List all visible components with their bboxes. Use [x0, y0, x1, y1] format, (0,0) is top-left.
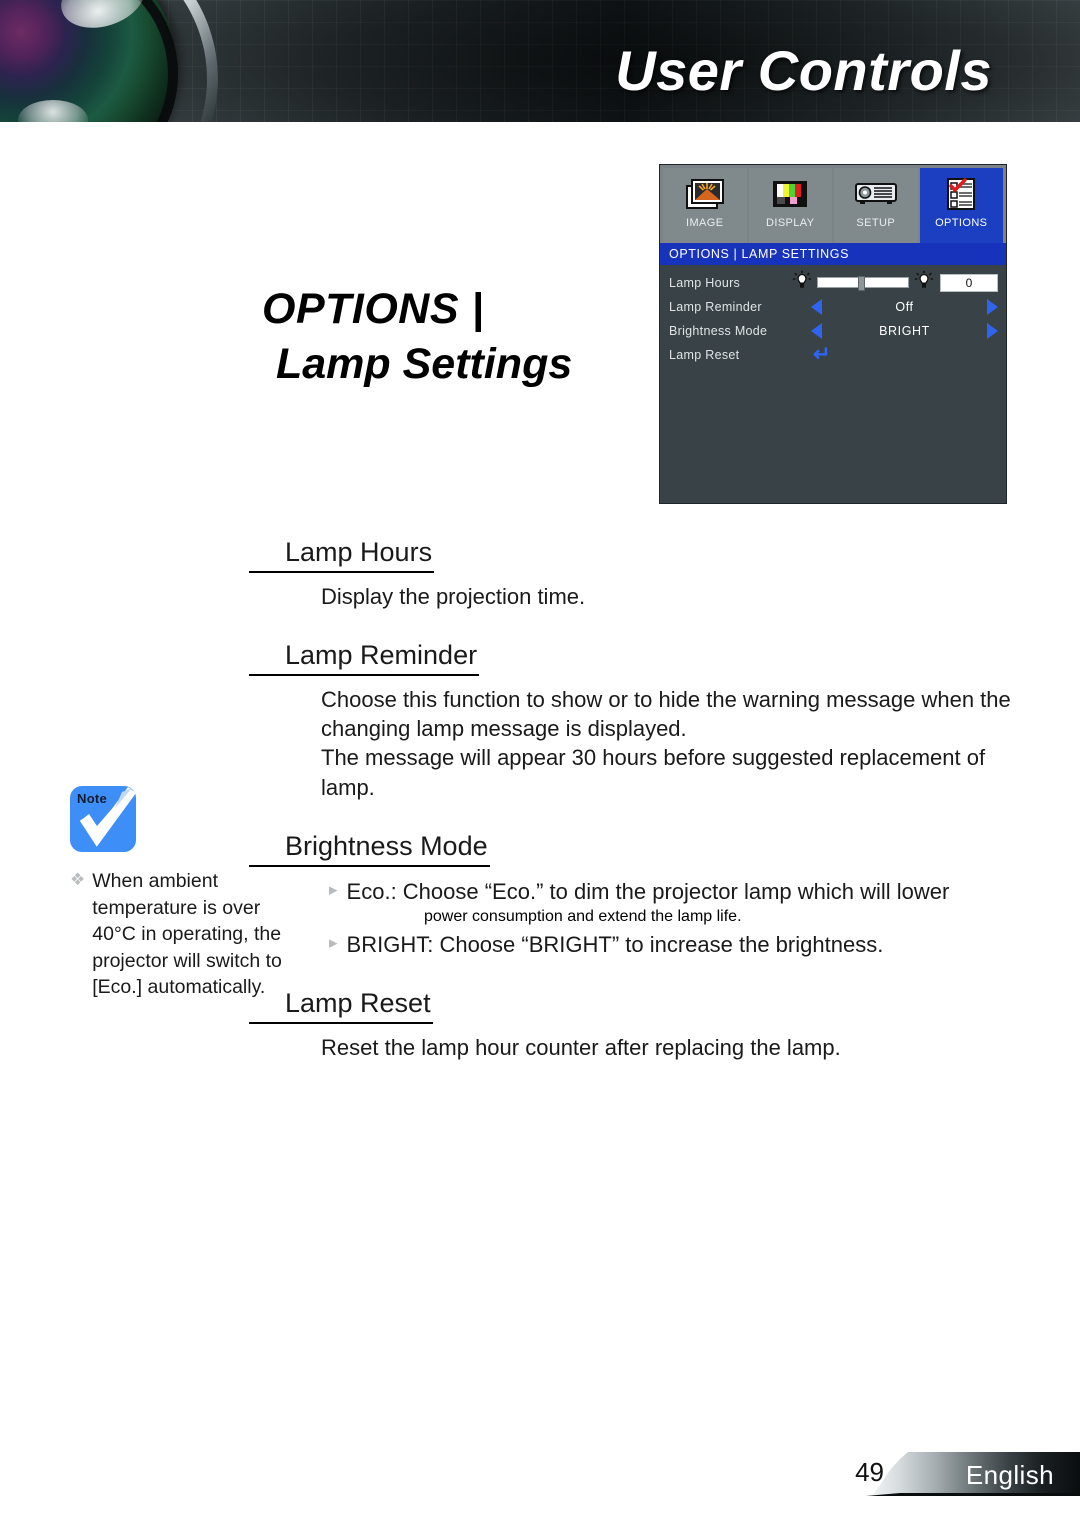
- section-lamp-hours-body: Display the projection time.: [285, 582, 1030, 611]
- projector-icon: [853, 173, 899, 215]
- page-footer: 49 English: [0, 1452, 1080, 1496]
- page-header: User Controls: [0, 0, 1080, 122]
- bullet-item-eco: ▸ Eco.: Choose “Eco.” to dim the project…: [329, 877, 1030, 906]
- lamp-hours-value: 0: [940, 273, 998, 292]
- bullet-marker-icon-bright: ▸: [329, 932, 338, 952]
- osd-tab-image-label: IMAGE: [686, 217, 724, 229]
- note-text-row: ❖ When ambient temperature is over 40°C …: [70, 868, 300, 1001]
- content-body: Lamp Hours Display the projection time. …: [249, 536, 1030, 1090]
- section-lamp-hours-paragraph: Display the projection time.: [321, 583, 586, 609]
- page-title-line1: OPTIONS |: [262, 285, 484, 333]
- enter-return-icon[interactable]: ↵: [813, 344, 831, 365]
- check-mark-icon: [79, 787, 137, 847]
- osd-tab-display-label: DISPLAY: [766, 217, 815, 229]
- section-lamp-reset: Lamp Reset Reset the lamp hour counter a…: [249, 987, 1030, 1062]
- osd-tab-options[interactable]: OPTIONS: [919, 168, 1003, 243]
- section-brightness-mode: Brightness Mode ▸ Eco.: Choose “Eco.” to…: [249, 830, 1030, 960]
- osd-tab-setup[interactable]: SETUP: [834, 168, 918, 243]
- osd-row-lamp-reminder-control: Off: [811, 298, 998, 315]
- bullet-continuation-eco: power consumption and extend the lamp li…: [424, 907, 742, 925]
- image-photo-icon: [684, 173, 726, 215]
- osd-row-list: Lamp Hours 0 Lamp Reminder Off Brightnes…: [660, 265, 1006, 366]
- arrow-left-icon-brightness-mode[interactable]: [811, 322, 822, 339]
- osd-row-brightness-mode-label: Brightness Mode: [669, 323, 768, 338]
- osd-tab-display[interactable]: DISPLAY: [748, 168, 832, 243]
- osd-row-lamp-reminder-label: Lamp Reminder: [669, 299, 762, 314]
- osd-row-lamp-reset-label: Lamp Reset: [669, 347, 740, 362]
- osd-tab-image[interactable]: IMAGE: [663, 168, 747, 243]
- page-title-line2: Lamp Settings: [276, 340, 573, 388]
- section-lamp-reminder: Lamp Reminder Choose this function to sh…: [249, 639, 1030, 802]
- osd-row-lamp-reset-control: ↵: [811, 344, 998, 365]
- checklist-icon: [944, 173, 978, 215]
- lamp-bulb-icon-right: [915, 270, 933, 295]
- section-lamp-hours: Lamp Hours Display the projection time.: [249, 536, 1030, 611]
- lamp-bulb-icon-left: [793, 270, 811, 295]
- lamp-reminder-value: Off: [895, 299, 914, 314]
- page-header-title: User Controls: [615, 39, 992, 102]
- osd-row-lamp-reminder: Lamp Reminder Off: [669, 295, 998, 318]
- osd-tab-options-label: OPTIONS: [935, 217, 988, 229]
- footer-banner-underline: [866, 1493, 1080, 1496]
- arrow-left-icon-lamp-reminder[interactable]: [811, 298, 822, 315]
- osd-tab-setup-label: SETUP: [856, 217, 896, 229]
- osd-row-brightness-mode-control: BRIGHT: [811, 322, 998, 339]
- lamp-hours-slider-thumb[interactable]: [857, 276, 865, 291]
- section-lamp-reset-paragraph: Reset the lamp hour counter after replac…: [321, 1034, 841, 1060]
- osd-row-lamp-hours-label: Lamp Hours: [669, 275, 741, 290]
- section-lamp-reminder-paragraph-1: Choose this function to show or to hide …: [321, 686, 1011, 741]
- bullet-item-bright: ▸ BRIGHT: Choose “BRIGHT” to increase th…: [329, 930, 1030, 959]
- osd-row-lamp-hours-control: 0: [793, 270, 998, 295]
- bullet-marker-icon-eco: ▸: [329, 879, 338, 899]
- bullet-text-bright: BRIGHT: Choose “BRIGHT” to increase the …: [346, 931, 884, 957]
- osd-row-lamp-reset: Lamp Reset ↵: [669, 343, 998, 366]
- lamp-hours-slider[interactable]: [817, 276, 909, 291]
- note-marker-icon: ❖: [70, 870, 86, 889]
- color-bars-icon: [771, 173, 809, 215]
- note-body-text: When ambient temperature is over 40°C in…: [92, 870, 282, 999]
- section-lamp-hours-heading: Lamp Hours: [249, 536, 435, 573]
- section-lamp-reminder-heading: Lamp Reminder: [249, 639, 480, 676]
- osd-breadcrumb-titlebar: OPTIONS | LAMP SETTINGS: [660, 243, 1006, 265]
- footer-language-label: English: [965, 1460, 1054, 1490]
- section-lamp-reset-body: Reset the lamp hour counter after replac…: [285, 1033, 1030, 1062]
- page-title: OPTIONS | Lamp Settings: [262, 288, 662, 386]
- arrow-right-icon-lamp-reminder[interactable]: [987, 298, 998, 315]
- osd-menu-screenshot: IMAGE DISPLAY SETUP OPTIONS OPTIONS | LA…: [659, 164, 1007, 504]
- section-brightness-mode-bullets: ▸ Eco.: Choose “Eco.” to dim the project…: [285, 877, 1030, 960]
- arrow-right-icon-brightness-mode[interactable]: [987, 322, 998, 339]
- note-badge-icon: Note: [70, 786, 137, 852]
- osd-row-brightness-mode: Brightness Mode BRIGHT: [669, 319, 998, 342]
- footer-page-number: 49: [855, 1457, 884, 1487]
- osd-tab-bar: IMAGE DISPLAY SETUP OPTIONS: [660, 165, 1006, 243]
- brightness-mode-value: BRIGHT: [879, 323, 930, 338]
- note-callout: Note ❖ When ambient temperature is over …: [70, 786, 300, 1001]
- bullet-text-eco: Eco.: Choose “Eco.” to dim the projector…: [346, 878, 950, 904]
- section-lamp-reminder-paragraph-2: The message will appear 30 hours before …: [321, 745, 986, 800]
- section-lamp-reminder-body: Choose this function to show or to hide …: [285, 685, 1030, 802]
- osd-row-lamp-hours: Lamp Hours 0: [669, 270, 998, 295]
